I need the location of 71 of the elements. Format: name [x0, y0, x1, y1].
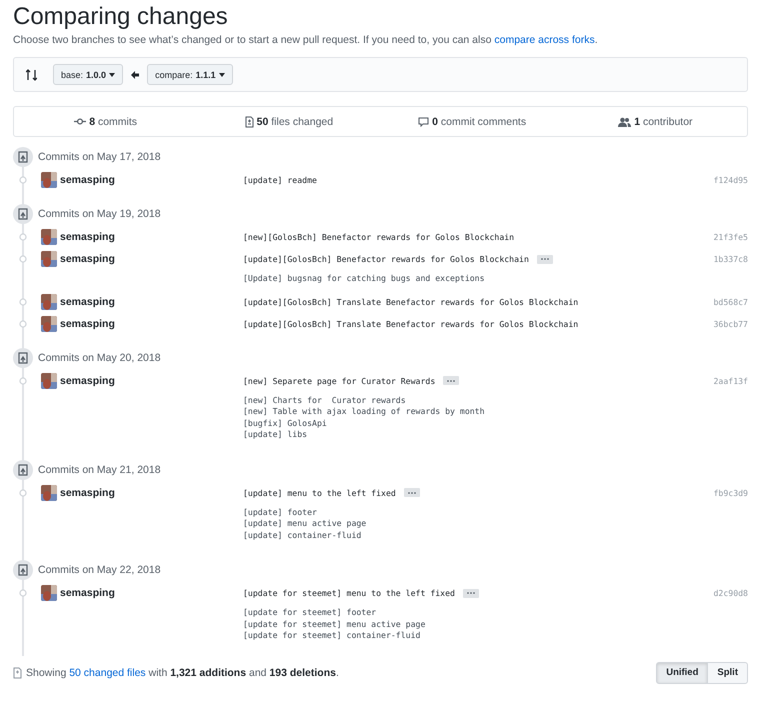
stat-link[interactable]: 0 commit comments — [418, 116, 526, 128]
commit-date: Commits on May 20, 2018 — [38, 352, 161, 364]
expand-button[interactable] — [536, 254, 553, 264]
commit-message[interactable]: [update][GolosBch] Benefactor rewards for Golos Blockchain — [243, 254, 529, 264]
commit-message[interactable]: [update] readme — [243, 175, 317, 185]
commit-date: Commits on May 17, 2018 — [38, 151, 161, 163]
commit-description-line: [update] footer — [243, 506, 318, 518]
commit-dot-icon — [18, 488, 28, 498]
view-mode-button[interactable]: Split — [707, 662, 748, 684]
commit-message[interactable]: [update][GolosBch] Translate Benefactor rewards for Golos Blockchain — [243, 318, 578, 328]
expand-button[interactable] — [462, 588, 479, 598]
commit-description-line: [update for steemet] menu active page — [243, 618, 426, 630]
caret-icon — [218, 72, 225, 76]
commit-message[interactable]: [update][GolosBch] Translate Benefactor rewards for Golos Blockchain — [243, 296, 578, 306]
page-title: Comparing changes — [13, 3, 229, 31]
commit-description-line: [update for steemet] footer — [243, 607, 378, 618]
commit-description-line: [update] libs — [243, 429, 308, 440]
page-description: Choose two branches to see what’s changed or to start a new pull request. If you need to, you can also compare across forks. — [13, 33, 599, 47]
commit-dot-icon — [18, 318, 28, 328]
stat-link[interactable]: 1 contributor — [618, 116, 693, 128]
commit-icon — [74, 118, 86, 125]
commit-date: Commits on May 22, 2018 — [38, 564, 161, 576]
base-branch-select[interactable]: base: 1.0.0 — [53, 64, 124, 85]
commit-description-line: [new] Charts for Curator rewards — [243, 394, 407, 406]
commit-description-line: [update] container-fluid — [243, 530, 362, 541]
author-name[interactable]: semasping — [60, 318, 115, 330]
commit-description-line: [update] menu active page — [243, 518, 368, 530]
file-diff-icon — [244, 116, 254, 128]
changed-files-link[interactable]: 50 changed files — [69, 666, 146, 678]
compare-branch-select[interactable]: compare: 1.1.1 — [147, 64, 233, 85]
author-name[interactable]: semasping — [60, 253, 115, 265]
author-name[interactable]: semasping — [60, 587, 115, 599]
compare-arrows-icon — [26, 68, 37, 80]
commit-message[interactable]: [update] menu to the left fixed — [243, 488, 396, 498]
commit-group-icon — [13, 147, 33, 167]
commit-dot-icon — [18, 296, 28, 306]
commit-dot-icon — [18, 254, 28, 264]
commit-dot-icon — [18, 376, 28, 386]
caret-icon — [109, 72, 116, 76]
file-diff-icon — [13, 666, 22, 678]
author-name[interactable]: semasping — [60, 296, 115, 308]
author-name[interactable]: semasping — [60, 174, 115, 186]
compare-forks-link[interactable]: compare across forks — [494, 34, 595, 46]
commit-date: Commits on May 21, 2018 — [38, 464, 161, 476]
stat-link[interactable]: 8 commits — [74, 116, 138, 128]
commit-description-line: [bugfix] GolosApi — [243, 418, 328, 429]
commit-date: Commits on May 19, 2018 — [38, 208, 161, 220]
diff-summary: Showing 50 changed files with 1,321 additions and 193 deletions. — [26, 666, 339, 678]
stat-link[interactable]: 50 files changed — [244, 116, 334, 128]
expand-button[interactable] — [404, 488, 420, 497]
commit-dot-icon — [18, 175, 28, 185]
commit-description-line: [Update] bugsnag for catching bugs and exceptions — [243, 273, 486, 284]
commit-dot-icon — [18, 232, 28, 242]
commit-group-icon — [13, 204, 33, 224]
people-icon — [618, 116, 632, 126]
commit-dot-icon — [18, 588, 28, 598]
commit-group-icon — [13, 348, 33, 368]
commit-description-line: [update for steemet] container-fluid — [243, 630, 422, 642]
commit-description-line: [new] Table with ajax loading of rewards by month — [243, 406, 486, 418]
left-arrow-icon — [131, 70, 140, 78]
commit-group-icon — [13, 560, 33, 580]
author-name[interactable]: semasping — [60, 486, 115, 498]
expand-button[interactable] — [443, 376, 460, 385]
view-mode-button[interactable]: Unified — [656, 662, 708, 684]
commit-message[interactable]: [new][GolosBch] Benefactor rewards for Golos Blockchain — [243, 232, 514, 242]
author-name[interactable]: semasping — [60, 374, 115, 386]
commit-message[interactable]: [new] Separete page for Curator Rewards — [243, 376, 436, 386]
commit-message[interactable]: [update for steemet] menu to the left fixed — [243, 588, 455, 598]
commit-group-icon — [13, 460, 33, 480]
comment-icon — [418, 116, 430, 126]
author-name[interactable]: semasping — [60, 231, 115, 243]
